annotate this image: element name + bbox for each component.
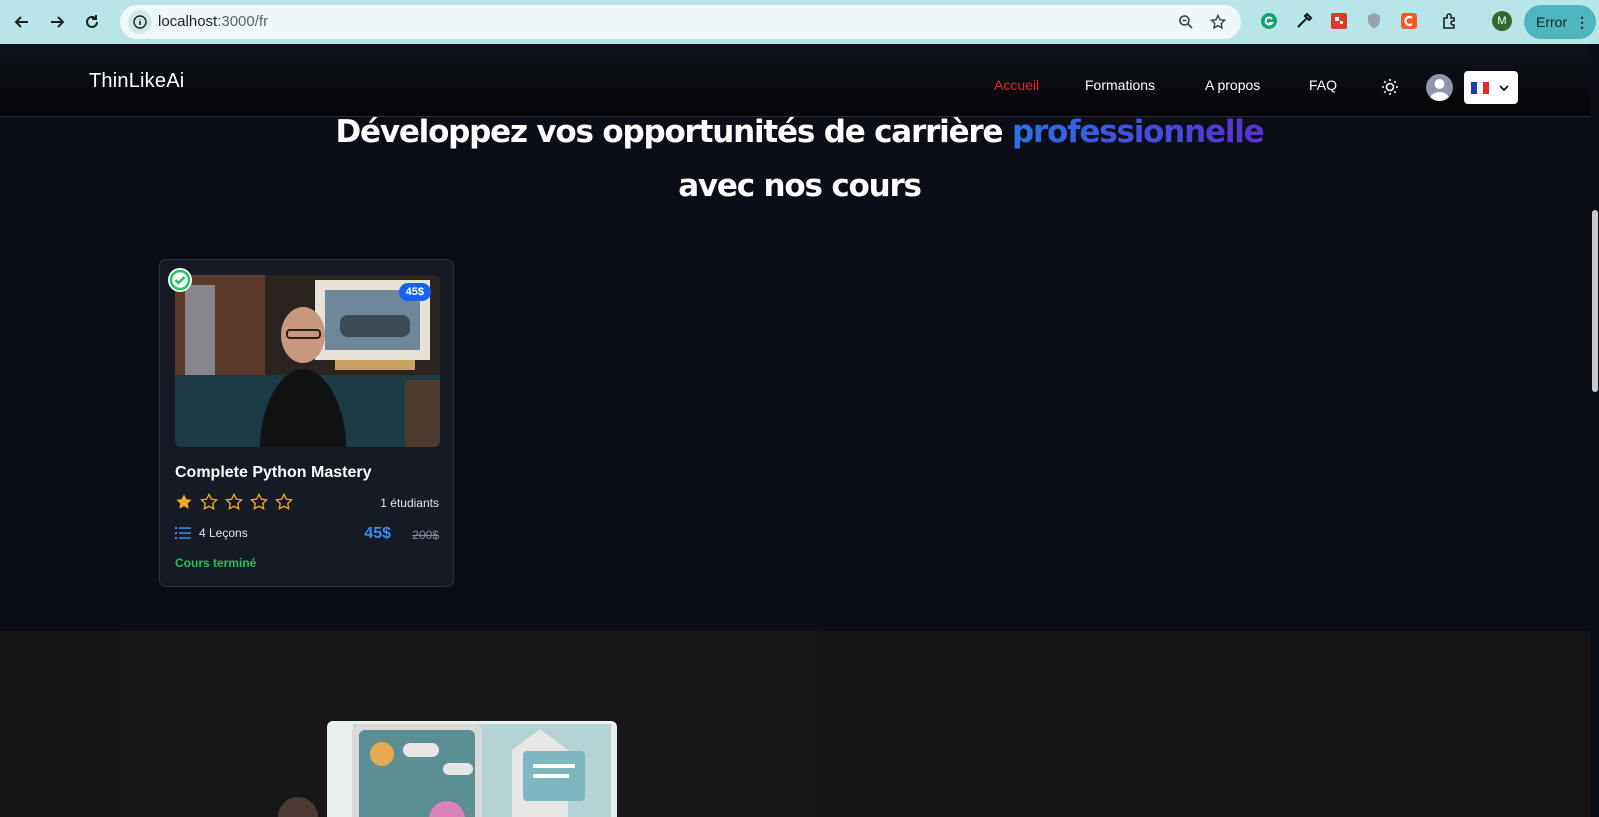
course-price: 45$ [364,525,391,542]
theme-toggle-button[interactable] [1380,77,1400,97]
arrow-left-icon [14,16,28,28]
profile-avatar[interactable]: M [1492,11,1512,31]
error-label: Error [1536,14,1568,30]
students-count: 1 étudiants [380,496,439,510]
c-extension-icon[interactable] [1399,11,1419,31]
list-icon [175,527,191,539]
grammarly-extension-icon[interactable] [1259,11,1279,31]
star-empty-icon [200,493,218,511]
url-text[interactable]: localhost:3000/fr [158,13,268,30]
address-bar[interactable]: localhost:3000/fr [120,5,1241,39]
browser-toolbar: localhost:3000/fr M Error ⋮ [0,0,1599,44]
course-card[interactable]: 45$ Complete Python Mastery 1 étudiants … [159,259,454,587]
rating-stars [175,493,293,511]
hero-subtitle: avec nos cours [0,168,1599,204]
pixel-extension-icon[interactable] [1329,11,1349,31]
shield-extension-icon[interactable] [1364,11,1384,31]
back-button[interactable] [10,10,34,34]
forward-button[interactable] [45,10,69,34]
star-empty-icon [275,493,293,511]
course-old-price: 200$ [412,528,439,542]
chevron-down-icon [1499,84,1509,91]
features-section [0,631,1599,817]
france-flag-icon [1471,81,1489,94]
user-avatar[interactable] [1426,74,1453,101]
zoom-icon[interactable] [1177,13,1195,31]
reload-icon [86,15,98,28]
nav-formations[interactable]: Formations [1085,77,1155,93]
lessons-count: 4 Leçons [175,526,248,540]
completed-check-icon [168,268,192,292]
star-filled-icon [176,494,192,509]
hero-title: Développez vos opportunités de carrière … [0,114,1599,150]
eyedropper-extension-icon[interactable] [1294,11,1314,31]
nav-accueil[interactable]: Accueil [994,77,1039,93]
sun-icon [1382,79,1398,95]
page-scrollbar[interactable] [1590,44,1599,817]
lessons-label: 4 Leçons [199,526,248,540]
site-info-icon[interactable] [128,10,152,34]
hero-title-highlight: professionnelle [1011,114,1265,150]
user-icon [1429,79,1450,101]
bookmark-star-icon[interactable] [1209,13,1227,31]
course-instructor-photo [175,275,440,447]
nav-faq[interactable]: FAQ [1309,77,1337,93]
brand-logo[interactable]: ThinLikeAi [89,70,184,93]
hero-title-part1: Développez vos opportunités de carrière [335,114,1003,150]
url-host: localhost [158,13,218,30]
site-header: ThinLikeAi Accueil Formations A propos F… [0,44,1599,117]
nav-a-propos[interactable]: A propos [1205,77,1260,93]
arrow-right-icon [51,16,65,28]
extensions-puzzle-icon[interactable] [1440,11,1460,31]
newsletter-illustration [120,631,820,817]
hero-title-line2: avec nos cours [678,168,922,204]
error-button[interactable]: Error ⋮ [1524,5,1596,39]
language-selector[interactable] [1464,71,1518,104]
more-options-icon: ⋮ [1575,13,1590,30]
course-status: Cours terminé [175,556,257,570]
url-path: :3000/fr [217,13,269,30]
reload-button[interactable] [80,10,104,34]
price-badge: 45$ [398,283,431,301]
star-empty-icon [225,493,243,511]
course-title[interactable]: Complete Python Mastery [175,464,371,482]
star-empty-icon [250,493,268,511]
course-thumbnail[interactable] [175,275,440,447]
scrollbar-thumb[interactable] [1592,210,1598,392]
